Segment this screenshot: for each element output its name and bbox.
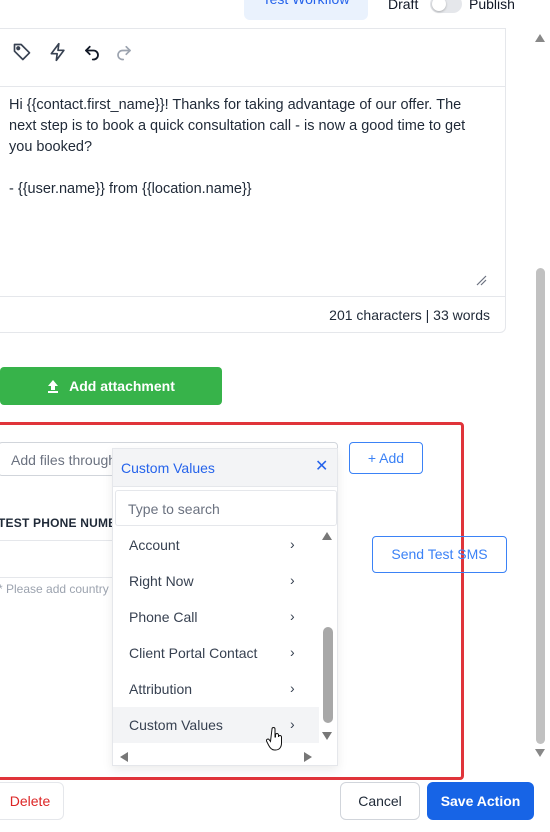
list-item-label: Right Now [129,573,194,589]
list-item-label: Phone Call [129,609,198,625]
draft-label: Draft [388,0,419,12]
char-word-counter: 201 characters | 33 words [329,307,490,323]
list-item-active[interactable]: Custom Values › [113,707,319,743]
test-phone-input[interactable] [0,540,116,578]
close-icon[interactable]: ✕ [315,459,328,475]
scroll-up-icon[interactable] [534,33,546,43]
scroll-down-icon[interactable] [534,748,546,758]
editor-toolbar [0,29,505,87]
test-phone-hint: * Please add country [0,582,109,596]
dropdown-scroll-thumb[interactable] [323,627,333,723]
dropdown-scroll-left-icon[interactable] [119,751,129,763]
undo-icon[interactable] [81,41,103,63]
chevron-right-icon: › [290,572,295,588]
list-item[interactable]: Right Now › [113,563,319,599]
publish-label: Publish [469,0,515,12]
send-test-sms-button[interactable]: Send Test SMS [372,536,507,573]
hand-cursor-icon [266,727,282,751]
dropdown-scroll-right-icon[interactable] [303,751,313,763]
toggle-knob [432,0,446,11]
dropdown-list: Account › Right Now › Phone Call › Client P… [113,527,321,749]
cancel-button[interactable]: Cancel [340,782,420,820]
save-action-button[interactable]: Save Action [427,782,534,820]
list-item-label: Account [129,537,180,553]
top-bar: Test Workflow Draft Publish [0,0,550,24]
counter-bar: 201 characters | 33 words [0,296,505,333]
chevron-right-icon: › [290,644,295,660]
lightning-icon[interactable] [47,41,69,63]
tag-icon[interactable] [11,41,33,63]
list-item-label: Attribution [129,681,193,697]
upload-icon [48,379,59,393]
custom-values-dropdown: Custom Values ✕ Type to search Account › … [112,448,338,766]
redo-icon[interactable] [113,41,135,63]
dropdown-header: Custom Values ✕ [113,449,337,487]
add-attachment-label: Add attachment [69,378,175,394]
publish-toggle[interactable] [430,0,462,13]
sms-editor: Hi {{contact.first_name}}! Thanks for ta… [0,28,506,333]
message-textarea[interactable]: Hi {{contact.first_name}}! Thanks for ta… [9,95,489,200]
resize-handle-icon[interactable] [475,274,487,286]
dropdown-scroll-down-icon[interactable] [321,731,333,741]
list-item[interactable]: Phone Call › [113,599,319,635]
chevron-right-icon: › [290,536,295,552]
list-item[interactable]: Account › [113,527,319,563]
add-file-button[interactable]: + Add [349,442,423,474]
dropdown-search-input[interactable]: Type to search [115,490,337,526]
chevron-right-icon: › [290,608,295,624]
page-scroll-thumb[interactable] [536,268,545,744]
list-item-label: Client Portal Contact [129,645,258,661]
list-item[interactable]: Client Portal Contact › [113,635,319,671]
dropdown-search-placeholder: Type to search [128,501,220,517]
files-input-placeholder: Add files through [11,452,117,468]
dropdown-title: Custom Values [121,460,215,476]
list-item[interactable]: Attribution › [113,671,319,707]
list-item-label: Custom Values [129,717,223,733]
dropdown-scroll-up-icon[interactable] [321,531,333,541]
chevron-right-icon: › [290,680,295,696]
test-workflow-label: Test Workflow [244,0,368,14]
chevron-right-icon: › [290,716,295,732]
delete-button[interactable]: Delete [0,782,64,820]
test-workflow-button[interactable]: Test Workflow [244,0,368,20]
add-attachment-button[interactable]: Add attachment [0,367,222,405]
